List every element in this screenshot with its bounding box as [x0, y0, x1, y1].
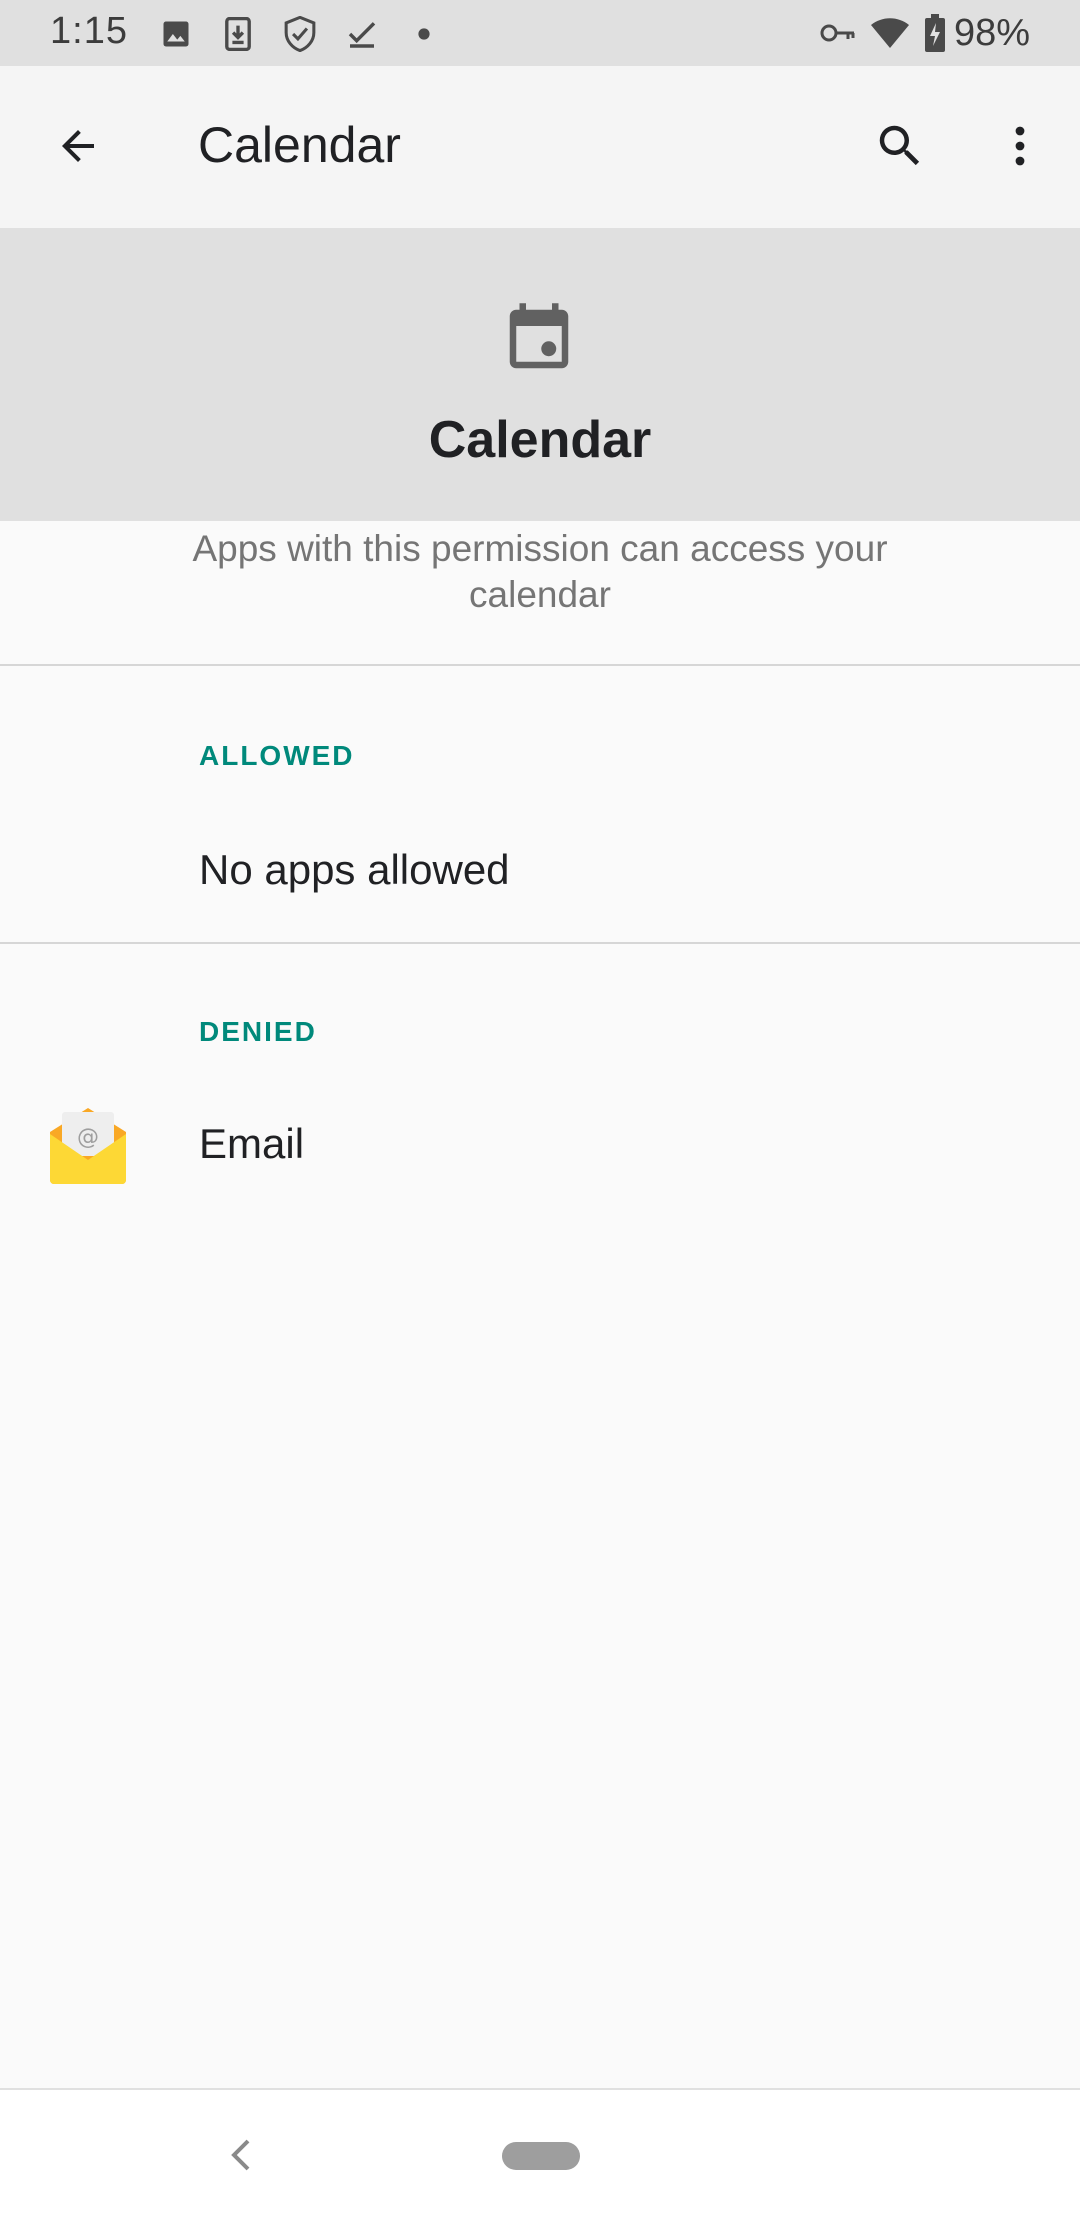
system-icons: 98%: [806, 12, 1030, 54]
allowed-section-header: ALLOWED: [199, 740, 355, 771]
status-time: 1:15: [50, 10, 128, 52]
dot-icon: [406, 16, 442, 52]
image-icon: [158, 16, 194, 52]
no-apps-allowed-text: No apps allowed: [199, 846, 510, 893]
search-button[interactable]: [862, 108, 938, 184]
nav-back-icon: [231, 2139, 250, 2171]
nav-home-pill[interactable]: [502, 2142, 580, 2170]
app-name: Email: [199, 1120, 305, 1167]
divider: [0, 664, 1080, 666]
permission-title: Calendar: [428, 411, 652, 469]
svg-text:@: @: [77, 1125, 99, 1150]
nav-back-button[interactable]: [222, 2130, 258, 2180]
more-vert-icon: [1015, 126, 1025, 166]
battery-percent: 98%: [953, 11, 1030, 54]
check-icon: [344, 16, 380, 52]
calendar-icon: [509, 303, 569, 369]
divider: [0, 942, 1080, 944]
email-app-icon: @: [50, 1108, 126, 1184]
navigation-bar: [0, 2088, 1080, 2222]
back-button[interactable]: [40, 108, 116, 184]
wifi-icon: [870, 15, 910, 51]
denied-section-header: DENIED: [199, 1016, 317, 1047]
shield-check-icon: [282, 16, 318, 52]
list-item-email[interactable]: @ Email: [0, 1080, 1080, 1212]
download-icon: [220, 16, 256, 52]
vpn-key-icon: [820, 15, 856, 51]
more-options-button[interactable]: [982, 108, 1058, 184]
page-title: Calendar: [198, 117, 401, 173]
back-arrow-icon: [62, 130, 94, 162]
permission-description: Apps with this permission can access you…: [192, 528, 888, 615]
permission-header: Calendar: [0, 228, 1080, 521]
search-icon: [879, 125, 920, 166]
app-bar: Calendar: [0, 66, 1080, 228]
battery-charging-icon: [924, 14, 946, 52]
notification-icons: [158, 14, 468, 54]
status-bar: 1:15 98%: [0, 0, 1080, 66]
